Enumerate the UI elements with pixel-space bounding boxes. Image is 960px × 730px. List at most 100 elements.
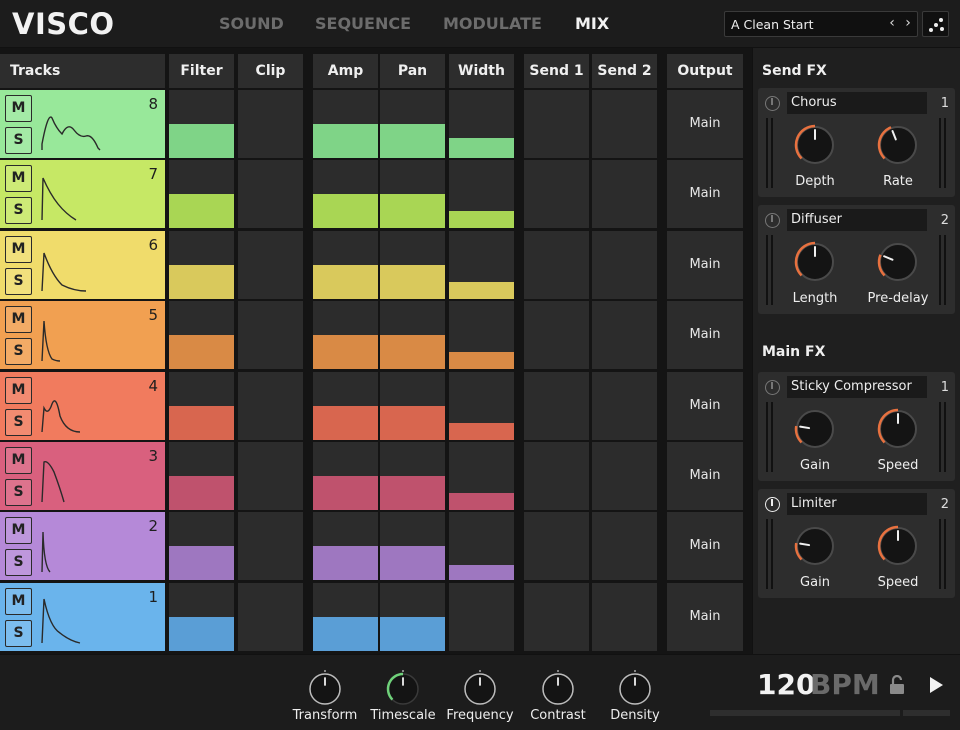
mix-cell-width[interactable] bbox=[449, 231, 514, 299]
mix-cell-send2[interactable] bbox=[592, 231, 657, 299]
mix-cell-filter[interactable] bbox=[169, 442, 234, 510]
mix-cell-send1[interactable] bbox=[524, 90, 589, 158]
track-strip[interactable]: 5 MS bbox=[0, 301, 165, 369]
fx-knob-speed[interactable] bbox=[875, 406, 921, 452]
mix-cell-filter[interactable] bbox=[169, 512, 234, 580]
fx-name-select[interactable]: Diffuser bbox=[787, 209, 927, 231]
lock-icon[interactable] bbox=[888, 675, 906, 695]
mix-cell-send1[interactable] bbox=[524, 301, 589, 369]
track-strip[interactable]: 7 MS bbox=[0, 160, 165, 228]
output-select[interactable]: Main bbox=[667, 372, 743, 440]
fx-knob-gain[interactable] bbox=[792, 406, 838, 452]
mix-cell-send1[interactable] bbox=[524, 512, 589, 580]
macro-knob-density[interactable] bbox=[617, 665, 653, 705]
mix-cell-send1[interactable] bbox=[524, 583, 589, 651]
mix-cell-pan[interactable] bbox=[380, 301, 445, 369]
mix-cell-filter[interactable] bbox=[169, 583, 234, 651]
power-icon[interactable] bbox=[765, 96, 780, 111]
mix-cell-amp[interactable] bbox=[313, 442, 378, 510]
mix-cell-filter[interactable] bbox=[169, 90, 234, 158]
mix-cell-send1[interactable] bbox=[524, 442, 589, 510]
mix-cell-width[interactable] bbox=[449, 442, 514, 510]
solo-button[interactable]: S bbox=[5, 127, 32, 154]
solo-button[interactable]: S bbox=[5, 338, 32, 365]
mix-cell-pan[interactable] bbox=[380, 512, 445, 580]
bpm-value[interactable]: 120 bbox=[757, 668, 815, 701]
fx-knob-speed[interactable] bbox=[875, 523, 921, 569]
mix-cell-clip[interactable] bbox=[238, 160, 303, 228]
mix-cell-clip[interactable] bbox=[238, 372, 303, 440]
track-strip[interactable]: 8 MS bbox=[0, 90, 165, 158]
preset-selector[interactable]: A Clean Start ‹ › bbox=[724, 11, 918, 37]
mix-cell-pan[interactable] bbox=[380, 90, 445, 158]
power-icon[interactable] bbox=[765, 213, 780, 228]
mute-button[interactable]: M bbox=[5, 377, 32, 404]
solo-button[interactable]: S bbox=[5, 479, 32, 506]
chevron-right-icon[interactable]: › bbox=[901, 15, 915, 33]
mix-cell-pan[interactable] bbox=[380, 583, 445, 651]
mix-cell-send2[interactable] bbox=[592, 583, 657, 651]
mix-cell-clip[interactable] bbox=[238, 512, 303, 580]
mix-cell-clip[interactable] bbox=[238, 301, 303, 369]
solo-button[interactable]: S bbox=[5, 268, 32, 295]
output-select[interactable]: Main bbox=[667, 301, 743, 369]
solo-button[interactable]: S bbox=[5, 409, 32, 436]
mix-cell-send2[interactable] bbox=[592, 442, 657, 510]
mix-cell-send1[interactable] bbox=[524, 372, 589, 440]
mute-button[interactable]: M bbox=[5, 447, 32, 474]
mute-button[interactable]: M bbox=[5, 588, 32, 615]
output-select[interactable]: Main bbox=[667, 512, 743, 580]
track-strip[interactable]: 6 MS bbox=[0, 231, 165, 299]
track-strip[interactable]: 1 MS bbox=[0, 583, 165, 651]
mix-cell-amp[interactable] bbox=[313, 301, 378, 369]
mix-cell-amp[interactable] bbox=[313, 231, 378, 299]
power-icon[interactable] bbox=[765, 497, 780, 512]
fx-knob-gain[interactable] bbox=[792, 523, 838, 569]
fx-knob-rate[interactable] bbox=[875, 122, 921, 168]
track-strip[interactable]: 2 MS bbox=[0, 512, 165, 580]
macro-knob-contrast[interactable] bbox=[540, 665, 576, 705]
fx-name-select[interactable]: Limiter bbox=[787, 493, 927, 515]
mix-cell-pan[interactable] bbox=[380, 442, 445, 510]
mix-cell-amp[interactable] bbox=[313, 90, 378, 158]
tab-sequence[interactable]: SEQUENCE bbox=[315, 14, 411, 33]
fx-knob-length[interactable] bbox=[792, 239, 838, 285]
mix-cell-clip[interactable] bbox=[238, 231, 303, 299]
mix-cell-send1[interactable] bbox=[524, 160, 589, 228]
fx-knob-depth[interactable] bbox=[792, 122, 838, 168]
mix-cell-width[interactable] bbox=[449, 372, 514, 440]
solo-button[interactable]: S bbox=[5, 197, 32, 224]
mix-cell-amp[interactable] bbox=[313, 160, 378, 228]
preset-name[interactable]: A Clean Start bbox=[731, 17, 814, 32]
mix-cell-width[interactable] bbox=[449, 512, 514, 580]
chevron-left-icon[interactable]: ‹ bbox=[885, 15, 899, 33]
macro-knob-transform[interactable] bbox=[307, 665, 343, 705]
macro-knob-frequency[interactable] bbox=[462, 665, 498, 705]
dice-icon[interactable] bbox=[922, 11, 949, 37]
tab-modulate[interactable]: MODULATE bbox=[443, 14, 542, 33]
mute-button[interactable]: M bbox=[5, 306, 32, 333]
macro-knob-timescale[interactable] bbox=[385, 665, 421, 705]
solo-button[interactable]: S bbox=[5, 549, 32, 576]
mix-cell-send2[interactable] bbox=[592, 301, 657, 369]
mix-cell-clip[interactable] bbox=[238, 90, 303, 158]
output-select[interactable]: Main bbox=[667, 583, 743, 651]
play-icon[interactable] bbox=[925, 673, 947, 697]
mix-cell-width[interactable] bbox=[449, 301, 514, 369]
mute-button[interactable]: M bbox=[5, 236, 32, 263]
mute-button[interactable]: M bbox=[5, 95, 32, 122]
mix-cell-filter[interactable] bbox=[169, 372, 234, 440]
mix-cell-amp[interactable] bbox=[313, 372, 378, 440]
mix-cell-filter[interactable] bbox=[169, 231, 234, 299]
mix-cell-width[interactable] bbox=[449, 583, 514, 651]
output-select[interactable]: Main bbox=[667, 160, 743, 228]
tab-sound[interactable]: SOUND bbox=[219, 14, 284, 33]
mix-cell-pan[interactable] bbox=[380, 231, 445, 299]
mix-cell-send2[interactable] bbox=[592, 160, 657, 228]
mute-button[interactable]: M bbox=[5, 165, 32, 192]
mix-cell-width[interactable] bbox=[449, 160, 514, 228]
mix-cell-filter[interactable] bbox=[169, 160, 234, 228]
mix-cell-pan[interactable] bbox=[380, 372, 445, 440]
mute-button[interactable]: M bbox=[5, 517, 32, 544]
mix-cell-send2[interactable] bbox=[592, 372, 657, 440]
